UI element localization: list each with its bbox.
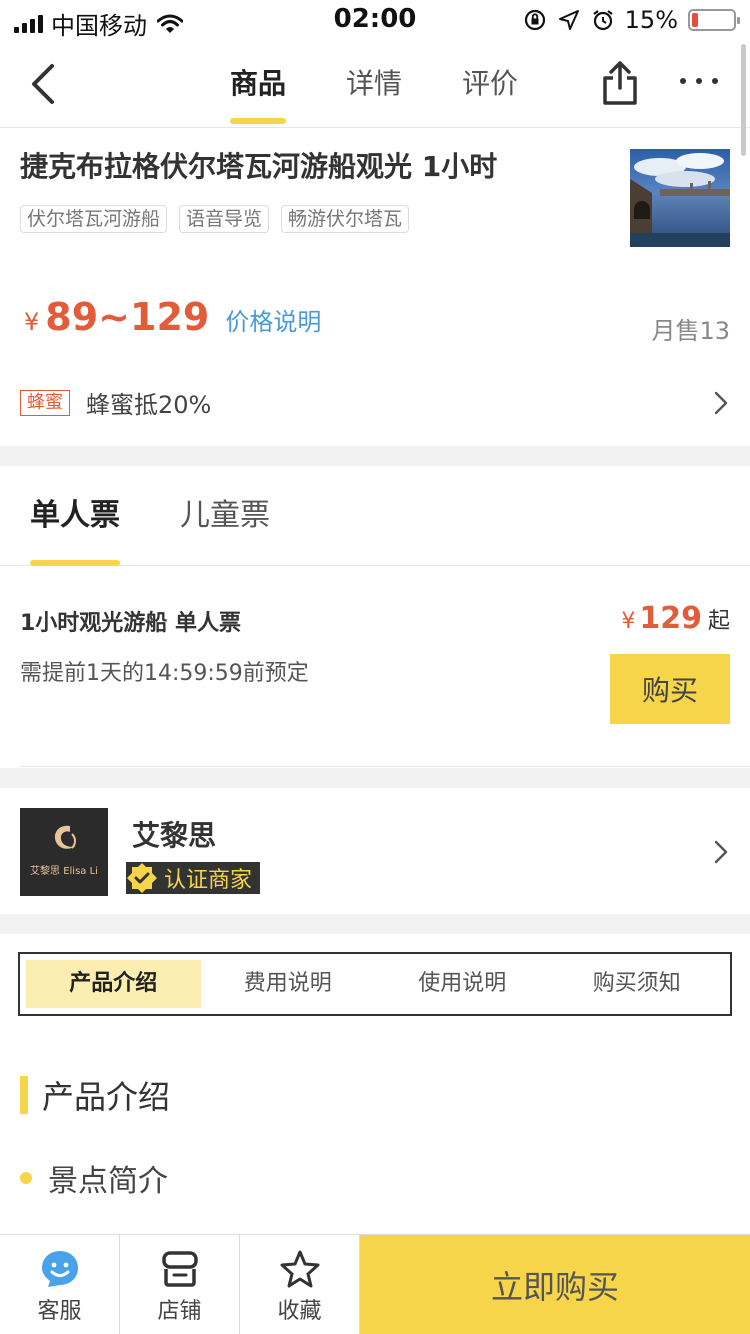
price-row: ¥ 89~129 价格说明	[24, 295, 321, 339]
section-divider	[0, 446, 750, 466]
product-tag: 语音导览	[179, 205, 270, 233]
battery-icon	[688, 9, 740, 31]
store-icon	[161, 1251, 198, 1287]
section-divider	[0, 914, 750, 934]
bullet-dot	[20, 1172, 32, 1184]
price-note-link[interactable]: 价格说明	[225, 302, 321, 337]
more-icon[interactable]	[680, 78, 718, 84]
favorite-button[interactable]: 收藏	[240, 1235, 360, 1334]
customer-service-icon	[41, 1251, 78, 1287]
tab-child-ticket[interactable]: 儿童票	[180, 466, 270, 566]
tab-details[interactable]: 详情	[316, 40, 432, 128]
currency-symbol: ¥	[24, 308, 40, 336]
product-tags: 伏尔塔瓦河游船 语音导览 畅游伏尔塔瓦	[20, 205, 410, 233]
battery-percent: 15%	[624, 6, 678, 34]
promo-badge: 蜂蜜	[20, 389, 70, 416]
ticket-price-value: 129	[639, 601, 702, 636]
buy-now-button[interactable]: 立即购买	[360, 1235, 750, 1334]
status-bar: 中国移动 02:00 15%	[0, 0, 750, 40]
status-right: 15%	[523, 6, 740, 34]
rotation-lock-icon	[524, 9, 545, 31]
star-icon	[280, 1250, 319, 1288]
share-icon[interactable]	[600, 60, 640, 106]
store-button[interactable]: 店铺	[120, 1235, 240, 1334]
promo-row[interactable]: 蜂蜜 蜂蜜抵20%	[20, 385, 211, 420]
top-tabs: 商品 详情 评价	[200, 40, 548, 128]
row-divider	[20, 766, 750, 767]
price-range: 89~129	[45, 295, 210, 339]
tab-usage-info[interactable]: 使用说明	[375, 960, 550, 1008]
monthly-sales: 月售13	[651, 317, 730, 345]
ticket-booking-note: 需提前1天的14:59:59前预定	[20, 661, 309, 686]
chevron-right-icon[interactable]	[714, 391, 728, 415]
product-title: 捷克布拉格伏尔塔瓦河游船观光 1小时	[20, 150, 498, 183]
favorite-label: 收藏	[277, 1299, 322, 1324]
verified-badge: 认证商家	[126, 862, 261, 894]
battery-level	[692, 13, 698, 27]
section-heading: 产品介绍	[20, 1072, 170, 1118]
ticket-tabs: 单人票 儿童票	[0, 466, 750, 566]
tab-product[interactable]: 商品	[200, 40, 316, 128]
shop-name: 艾黎思	[132, 819, 217, 852]
sub-heading: 景点简介	[20, 1156, 168, 1200]
store-label: 店铺	[157, 1299, 202, 1324]
tab-product-intro[interactable]: 产品介绍	[26, 960, 201, 1008]
section-title: 产品介绍	[42, 1078, 171, 1116]
shop-logo: 艾黎思 Elisa Li	[20, 808, 108, 896]
tab-reviews[interactable]: 评价	[432, 40, 548, 128]
tab-purchase-notes[interactable]: 购买须知	[550, 960, 725, 1008]
section-divider	[0, 768, 750, 788]
ticket-item: 1小时观光游船 单人票 需提前1天的14:59:59前预定 ¥ 129 起 购买	[0, 567, 750, 767]
product-header: 捷克布拉格伏尔塔瓦河游船观光 1小时 伏尔塔瓦河游船 语音导览 畅游伏尔塔瓦 ¥	[0, 129, 750, 445]
section-tabs: 产品介绍 费用说明 使用说明 购买须知	[18, 952, 732, 1016]
alarm-icon	[592, 10, 613, 31]
heading-accent-bar	[20, 1076, 28, 1114]
nav-bar: 商品 详情 评价	[0, 40, 750, 128]
promo-text: 蜂蜜抵20%	[86, 391, 212, 419]
verified-check-icon	[127, 863, 157, 893]
chevron-right-icon[interactable]	[714, 840, 728, 864]
shop-logo-text: 艾黎思 Elisa Li	[30, 866, 98, 877]
shop-row[interactable]: 艾黎思 Elisa Li 艾黎思 认证商家	[0, 788, 750, 914]
buy-button[interactable]: 购买	[610, 654, 730, 724]
ticket-price-suffix: 起	[707, 609, 730, 634]
sub-title: 景点简介	[48, 1164, 168, 1199]
verified-label: 认证商家	[164, 868, 253, 893]
product-thumbnail[interactable]	[630, 149, 730, 247]
customer-service-label: 客服	[37, 1299, 82, 1324]
ticket-name: 1小时观光游船 单人票	[20, 611, 241, 636]
currency-symbol: ¥	[621, 609, 636, 634]
tab-single-ticket[interactable]: 单人票	[30, 466, 120, 566]
swan-logo-icon	[54, 825, 76, 849]
location-icon	[558, 10, 579, 30]
bottom-action-bar: 客服 店铺 收藏 立即购买	[0, 1234, 750, 1334]
product-tag: 伏尔塔瓦河游船	[20, 205, 168, 233]
customer-service-button[interactable]: 客服	[0, 1235, 120, 1334]
product-tag: 畅游伏尔塔瓦	[281, 205, 410, 233]
tab-fee-info[interactable]: 费用说明	[201, 960, 376, 1008]
ticket-price: ¥ 129 起	[621, 601, 730, 636]
back-icon[interactable]	[28, 62, 60, 106]
